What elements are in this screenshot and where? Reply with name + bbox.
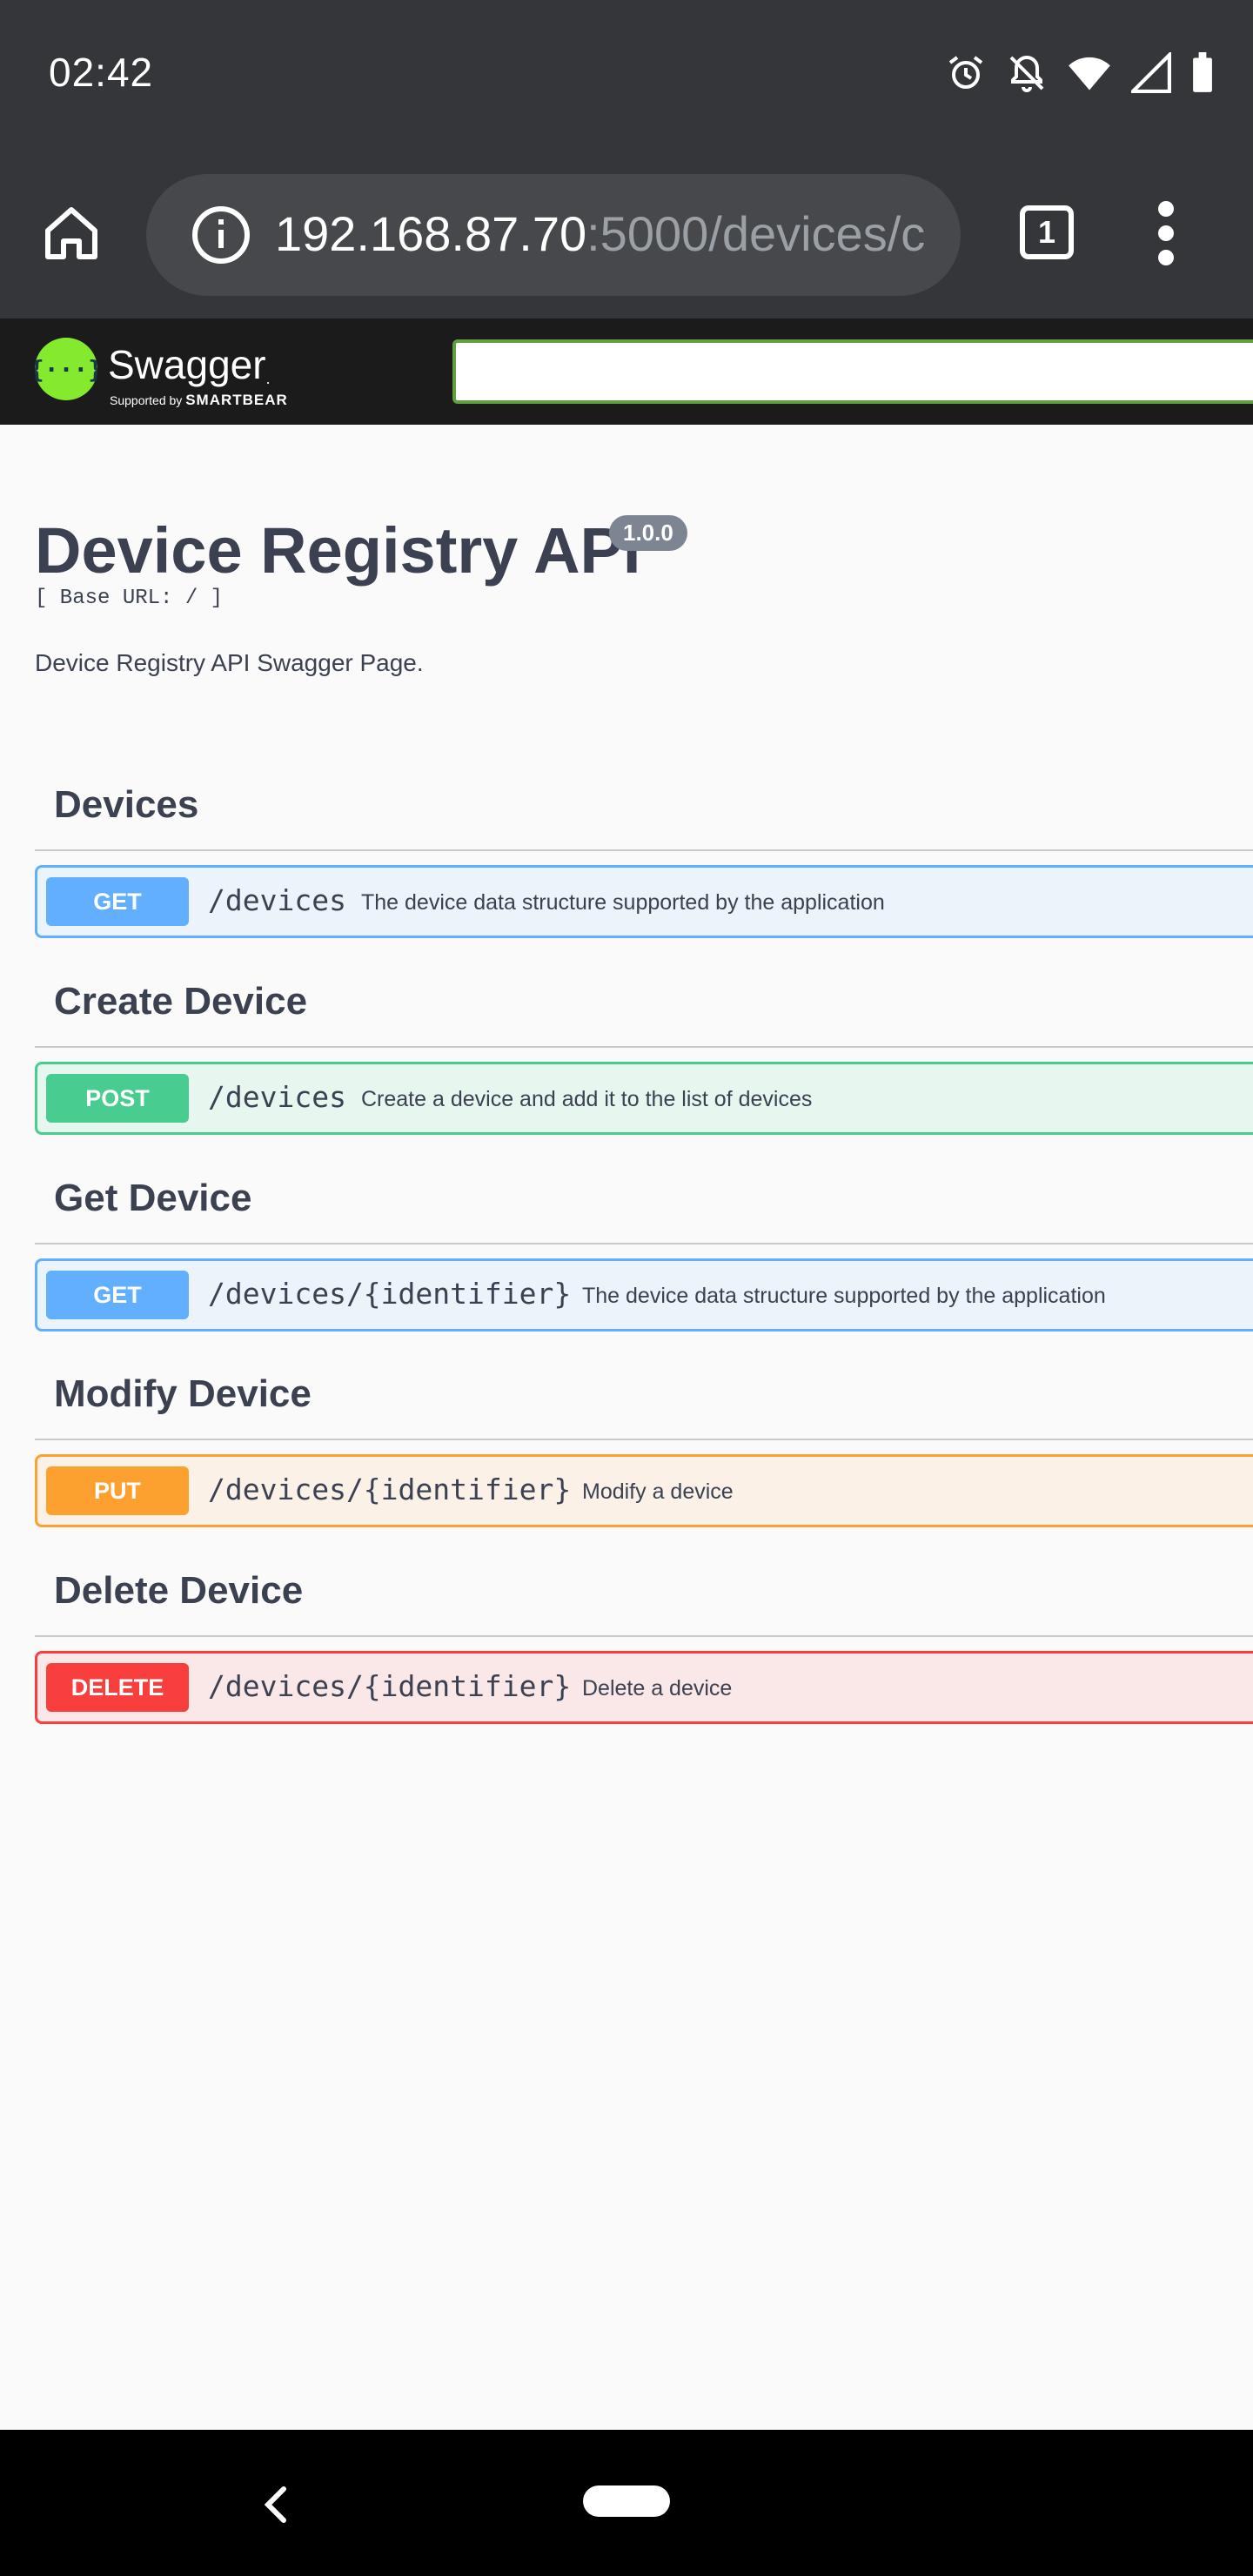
tag-devices[interactable]: Devices xyxy=(35,773,1253,851)
back-icon[interactable] xyxy=(258,2484,292,2526)
tag-name: Modify Device xyxy=(54,1372,312,1415)
url-path: :5000/devices/c xyxy=(586,206,926,261)
svg-text:{···}: {···} xyxy=(35,355,97,384)
tag-name: Delete Device xyxy=(54,1569,304,1612)
swagger-logo-icon[interactable]: {···} xyxy=(35,338,97,400)
status-time: 02:42 xyxy=(49,50,154,95)
operation-post-devices[interactable]: POST /devices Create a device and add it… xyxy=(35,1062,1253,1135)
browser-toolbar: 192.168.87.70:5000/devices/c 1 xyxy=(0,148,1253,319)
operation-summary: Create a device and add it to the list o… xyxy=(361,1087,813,1111)
supported-by-text: Supported by xyxy=(110,393,183,407)
operation-delete-device[interactable]: DELETE /devices/{identifier} Delete a de… xyxy=(35,1651,1253,1724)
operation-path: /devices/{identifier} xyxy=(208,1472,572,1506)
status-bar: 02:42 xyxy=(0,0,1253,148)
tag-name: Create Device xyxy=(54,980,308,1023)
operation-get-devices[interactable]: GET /devices The device data structure s… xyxy=(35,865,1253,938)
system-nav-bar xyxy=(0,2430,1253,2576)
home-pill[interactable] xyxy=(583,2485,670,2517)
tag-delete-device[interactable]: Delete Device xyxy=(35,1559,1253,1637)
operation-put-device[interactable]: PUT /devices/{identifier} Modify a devic… xyxy=(35,1454,1253,1527)
tag-name: Get Device xyxy=(54,1177,252,1219)
method-badge: POST xyxy=(46,1074,189,1123)
wifi-icon xyxy=(1069,57,1110,91)
operation-summary: The device data structure supported by t… xyxy=(582,1284,1106,1308)
url-text[interactable]: 192.168.87.70:5000/devices/c xyxy=(275,205,936,262)
more-menu-icon[interactable] xyxy=(1149,200,1183,266)
url-host: 192.168.87.70 xyxy=(275,206,587,261)
api-description: Device Registry API Swagger Page. xyxy=(35,649,424,676)
operation-summary: Modify a device xyxy=(582,1479,734,1504)
swagger-topbar: {···} Swagger. Supported by SMARTBEAR xyxy=(0,319,1253,425)
swagger-brand-text: Swagger xyxy=(108,342,266,387)
tag-name: Devices xyxy=(54,783,199,826)
tag-modify-device[interactable]: Modify Device xyxy=(35,1362,1253,1440)
tag-get-device[interactable]: Get Device xyxy=(35,1166,1253,1244)
tab-switcher-button[interactable]: 1 xyxy=(1020,205,1074,259)
method-badge: DELETE xyxy=(46,1663,189,1712)
smartbear-text: SMARTBEAR xyxy=(185,392,288,408)
home-icon[interactable] xyxy=(40,202,103,265)
operation-path: /devices/{identifier} xyxy=(208,1277,572,1311)
signal-icon xyxy=(1131,52,1171,93)
page-title: Device Registry API xyxy=(35,514,641,587)
operation-get-device-by-id[interactable]: GET /devices/{identifier} The device dat… xyxy=(35,1258,1253,1332)
status-icons xyxy=(945,52,1215,94)
address-bar[interactable]: 192.168.87.70:5000/devices/c xyxy=(146,174,961,296)
notifications-off-icon xyxy=(1009,55,1044,92)
operation-path: /devices xyxy=(208,883,346,917)
spec-url-input[interactable] xyxy=(452,339,1253,404)
base-url: [ Base URL: / ] xyxy=(35,587,224,610)
operation-path: /devices/{identifier} xyxy=(208,1669,572,1703)
info-icon[interactable] xyxy=(190,204,252,266)
operation-summary: The device data structure supported by t… xyxy=(361,890,885,915)
method-badge: PUT xyxy=(46,1466,189,1515)
operation-path: /devices xyxy=(208,1080,346,1114)
version-badge: 1.0.0 xyxy=(609,515,687,551)
method-badge: GET xyxy=(46,1271,189,1319)
battery-icon xyxy=(1193,52,1212,92)
method-badge: GET xyxy=(46,877,189,926)
tag-create-device[interactable]: Create Device xyxy=(35,969,1253,1048)
swagger-supported-by: Supported by SMARTBEAR xyxy=(110,392,288,409)
swagger-brand[interactable]: Swagger. xyxy=(108,341,271,388)
alarm-icon xyxy=(948,56,983,89)
operation-summary: Delete a device xyxy=(582,1676,733,1701)
